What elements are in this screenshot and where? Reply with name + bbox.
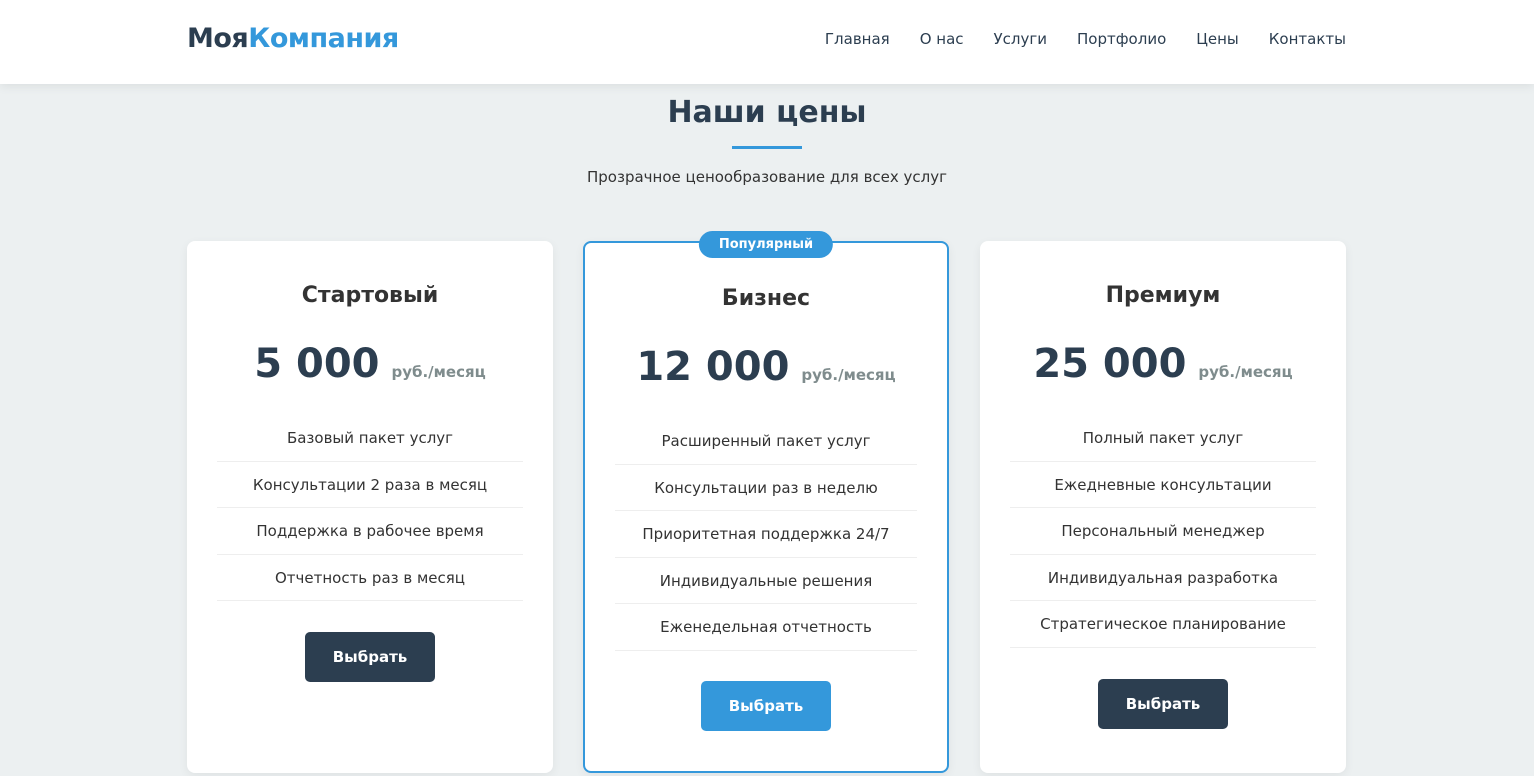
feature-list: Полный пакет услуг Ежедневные консультац… <box>1010 415 1316 648</box>
main-nav: Главная О нас Услуги Портфолио Цены Конт… <box>825 30 1346 48</box>
section-subtitle: Прозрачное ценообразование для всех услу… <box>587 168 947 186</box>
select-premium-button[interactable]: Выбрать <box>1098 679 1228 729</box>
logo-text-accent: Компания <box>248 23 399 54</box>
plan-name: Премиум <box>1105 283 1221 308</box>
feature-list: Расширенный пакет услуг Консультации раз… <box>615 418 917 651</box>
feature-item: Поддержка в рабочее время <box>217 508 523 555</box>
pricing-card-starter: Стартовый 5 000 руб./месяц Базовый пакет… <box>187 241 553 773</box>
price-period: руб./месяц <box>801 366 896 384</box>
price-amount: 25 000 <box>1033 341 1187 387</box>
pricing-card-premium: Премиум 25 000 руб./месяц Полный пакет у… <box>980 241 1346 773</box>
feature-item: Приоритетная поддержка 24/7 <box>615 511 917 558</box>
feature-item: Персональный менеджер <box>1010 508 1316 555</box>
feature-list: Базовый пакет услуг Консультации 2 раза … <box>217 415 523 601</box>
feature-item: Еженедельная отчетность <box>615 604 917 651</box>
price-period: руб./месяц <box>391 363 486 381</box>
price-amount: 5 000 <box>254 341 380 387</box>
site-header: МояКомпания Главная О нас Услуги Портфол… <box>0 0 1534 84</box>
popular-badge: Популярный <box>698 231 834 258</box>
logo[interactable]: МояКомпания <box>187 23 399 54</box>
plan-price: 25 000 руб./месяц <box>980 341 1346 387</box>
pricing-card-business: Популярный Бизнес 12 000 руб./месяц Расш… <box>583 231 949 773</box>
nav-link-pricing[interactable]: Цены <box>1196 30 1239 48</box>
feature-item: Консультации раз в неделю <box>615 465 917 511</box>
nav-link-home[interactable]: Главная <box>825 30 890 48</box>
feature-item: Расширенный пакет услуг <box>615 418 917 465</box>
price-period: руб./месяц <box>1198 363 1293 381</box>
plan-name: Стартовый <box>301 283 439 308</box>
nav-link-about[interactable]: О нас <box>920 30 964 48</box>
title-underline <box>732 146 802 149</box>
select-business-button[interactable]: Выбрать <box>701 681 831 731</box>
select-starter-button[interactable]: Выбрать <box>305 632 435 682</box>
feature-item: Консультации 2 раза в месяц <box>217 462 523 508</box>
logo-text-main: Моя <box>187 23 249 54</box>
feature-item: Стратегическое планирование <box>1010 601 1316 648</box>
nav-link-portfolio[interactable]: Портфолио <box>1077 30 1166 48</box>
plan-name: Бизнес <box>721 286 811 311</box>
feature-item: Ежедневные консультации <box>1010 462 1316 508</box>
price-amount: 12 000 <box>636 344 790 390</box>
feature-item: Индивидуальные решения <box>615 558 917 604</box>
feature-item: Базовый пакет услуг <box>217 415 523 462</box>
feature-item: Индивидуальная разработка <box>1010 555 1316 601</box>
feature-item: Отчетность раз в месяц <box>217 555 523 601</box>
section-title: Наши цены <box>667 95 867 130</box>
plan-price: 5 000 руб./месяц <box>187 341 553 387</box>
feature-item: Полный пакет услуг <box>1010 415 1316 462</box>
plan-price: 12 000 руб./месяц <box>585 344 947 390</box>
nav-link-contacts[interactable]: Контакты <box>1269 30 1346 48</box>
nav-link-services[interactable]: Услуги <box>994 30 1047 48</box>
